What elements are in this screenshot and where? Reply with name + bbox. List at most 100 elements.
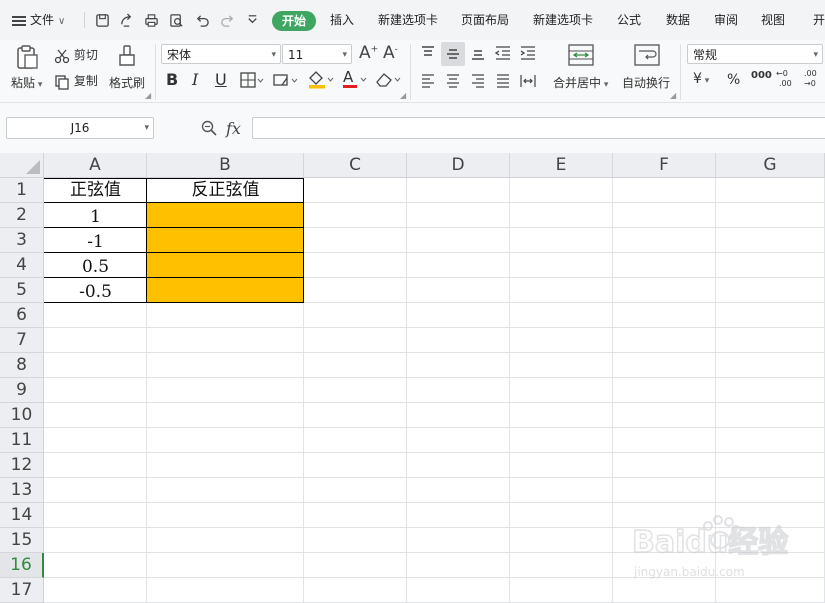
- cell-D15[interactable]: [407, 528, 510, 553]
- cell-E2[interactable]: [510, 203, 613, 228]
- cell-E13[interactable]: [510, 478, 613, 503]
- cell-F6[interactable]: [613, 303, 716, 328]
- wrap-text-button[interactable]: 自动换行: [622, 74, 670, 91]
- cell-B7[interactable]: [147, 328, 304, 353]
- cell-F13[interactable]: [613, 478, 716, 503]
- cell-style-icon[interactable]: [273, 72, 299, 88]
- cell-D17[interactable]: [407, 578, 510, 603]
- tab-page-layout[interactable]: 页面布局: [461, 0, 509, 40]
- copy-button[interactable]: 复制: [54, 72, 98, 90]
- cell-E15[interactable]: [510, 528, 613, 553]
- column-header-D[interactable]: D: [407, 153, 510, 178]
- tab-data[interactable]: 数据: [666, 0, 690, 40]
- cell-F1[interactable]: [613, 178, 716, 203]
- cell-C8[interactable]: [304, 353, 407, 378]
- cell-D5[interactable]: [407, 278, 510, 303]
- save-icon[interactable]: [94, 12, 110, 28]
- row-header-9[interactable]: 9: [0, 378, 44, 403]
- cell-A10[interactable]: [44, 403, 147, 428]
- export-icon[interactable]: [118, 12, 134, 28]
- row-header-1[interactable]: 1: [0, 178, 44, 203]
- cell-F5[interactable]: [613, 278, 716, 303]
- cell-D2[interactable]: [407, 203, 510, 228]
- row-header-14[interactable]: 14: [0, 503, 44, 528]
- cell-E14[interactable]: [510, 503, 613, 528]
- cell-E17[interactable]: [510, 578, 613, 603]
- cell-G1[interactable]: [716, 178, 825, 203]
- cell-D12[interactable]: [407, 453, 510, 478]
- cell-F2[interactable]: [613, 203, 716, 228]
- cell-A6[interactable]: [44, 303, 147, 328]
- bold-button[interactable]: B: [166, 70, 178, 89]
- cell-A11[interactable]: [44, 428, 147, 453]
- cell-G12[interactable]: [716, 453, 825, 478]
- cell-C7[interactable]: [304, 328, 407, 353]
- cell-B17[interactable]: [147, 578, 304, 603]
- merge-center-button[interactable]: 合并居中 ▾: [553, 74, 608, 91]
- cell-C2[interactable]: [304, 203, 407, 228]
- cell-D4[interactable]: [407, 253, 510, 278]
- currency-button[interactable]: ¥ ▾: [693, 71, 709, 87]
- print-preview-icon[interactable]: [168, 12, 184, 28]
- cell-E8[interactable]: [510, 353, 613, 378]
- cell-B13[interactable]: [147, 478, 304, 503]
- dialog-launcher-icon[interactable]: ◢: [400, 91, 406, 100]
- zoom-search-icon[interactable]: [200, 119, 218, 137]
- cell-G3[interactable]: [716, 228, 825, 253]
- align-bottom-icon[interactable]: [470, 45, 486, 61]
- cell-B15[interactable]: [147, 528, 304, 553]
- indent-decrease-icon[interactable]: [494, 45, 512, 61]
- cell-E7[interactable]: [510, 328, 613, 353]
- align-left-icon[interactable]: [420, 73, 436, 89]
- column-header-A[interactable]: A: [44, 153, 147, 178]
- cell-G7[interactable]: [716, 328, 825, 353]
- font-color-icon[interactable]: A: [341, 68, 369, 90]
- merge-center-icon[interactable]: [568, 44, 594, 66]
- percent-button[interactable]: %: [727, 72, 740, 88]
- cell-B8[interactable]: [147, 353, 304, 378]
- cell-C16[interactable]: [304, 553, 407, 578]
- tab-insert[interactable]: 插入: [330, 0, 354, 40]
- cell-B14[interactable]: [147, 503, 304, 528]
- cell-F12[interactable]: [613, 453, 716, 478]
- row-header-2[interactable]: 2: [0, 203, 44, 228]
- increase-font-icon[interactable]: A+: [359, 43, 378, 63]
- cell-B6[interactable]: [147, 303, 304, 328]
- cell-C17[interactable]: [304, 578, 407, 603]
- cell-A13[interactable]: [44, 478, 147, 503]
- name-box[interactable]: J16 ▾: [6, 117, 154, 139]
- row-header-7[interactable]: 7: [0, 328, 44, 353]
- cell-C11[interactable]: [304, 428, 407, 453]
- fill-color-icon[interactable]: [307, 70, 335, 90]
- format-painter-icon[interactable]: [116, 44, 138, 68]
- distribute-icon[interactable]: [519, 73, 537, 89]
- cell-B16[interactable]: [147, 553, 304, 578]
- decrease-decimal-icon[interactable]: .00 →0: [802, 68, 820, 88]
- column-header-G[interactable]: G: [716, 153, 825, 178]
- cell-C5[interactable]: [304, 278, 407, 303]
- tab-formulas[interactable]: 公式: [617, 0, 641, 40]
- cell-C6[interactable]: [304, 303, 407, 328]
- cell-D13[interactable]: [407, 478, 510, 503]
- cell-B11[interactable]: [147, 428, 304, 453]
- redo-icon[interactable]: [219, 12, 235, 28]
- indent-increase-icon[interactable]: [519, 45, 537, 61]
- dialog-launcher-icon[interactable]: ◢: [670, 91, 676, 100]
- cell-D16[interactable]: [407, 553, 510, 578]
- cell-E12[interactable]: [510, 453, 613, 478]
- eraser-icon[interactable]: [375, 71, 403, 89]
- cell-G4[interactable]: [716, 253, 825, 278]
- cell-F9[interactable]: [613, 378, 716, 403]
- align-right-icon[interactable]: [470, 73, 486, 89]
- cell-D11[interactable]: [407, 428, 510, 453]
- number-format-select[interactable]: 常规 ▾: [687, 44, 823, 64]
- tab-new-1[interactable]: 新建选项卡: [378, 0, 438, 40]
- cell-G5[interactable]: [716, 278, 825, 303]
- file-menu-button[interactable]: 文件 ∨: [12, 0, 65, 40]
- column-header-B[interactable]: B: [147, 153, 304, 178]
- row-header-8[interactable]: 8: [0, 353, 44, 378]
- tab-review[interactable]: 审阅: [714, 0, 738, 40]
- cell-A12[interactable]: [44, 453, 147, 478]
- cell-C1[interactable]: [304, 178, 407, 203]
- cell-D8[interactable]: [407, 353, 510, 378]
